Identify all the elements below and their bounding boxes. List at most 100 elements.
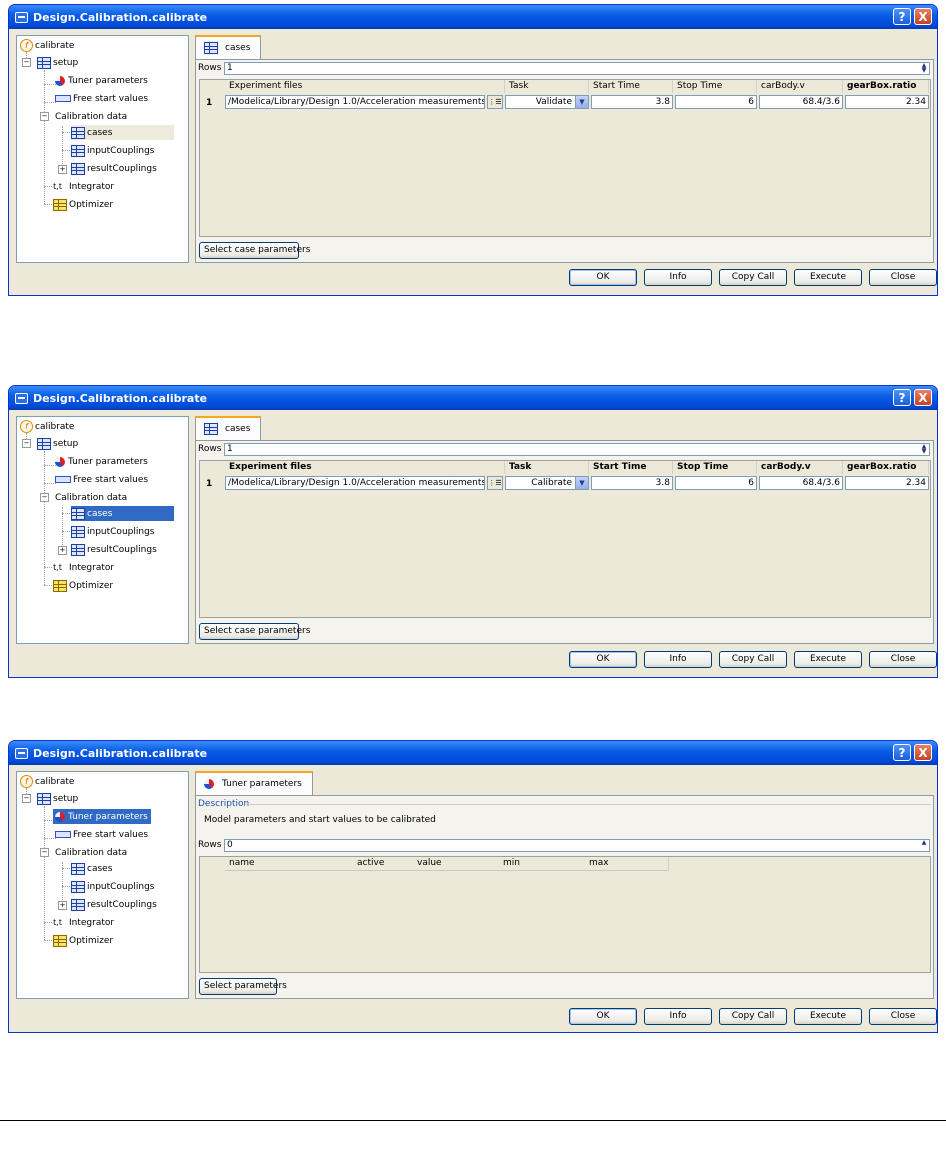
collapse-setup-icon[interactable]: − <box>22 58 31 67</box>
stop-time-field[interactable]: 6 <box>675 95 757 109</box>
header-name[interactable]: name <box>225 857 353 870</box>
ok-button[interactable]: OK <box>569 1008 637 1025</box>
gearbox-ratio-field[interactable]: 2.34 <box>845 95 929 109</box>
header-value[interactable]: value <box>413 857 499 870</box>
select-case-parameters-button[interactable]: Select case parameters <box>199 623 310 640</box>
tree-node-result-couplings[interactable]: resultCouplings <box>71 897 157 912</box>
header-carbody-v[interactable]: carBody.v <box>757 461 843 474</box>
tree-node-setup[interactable]: setup <box>37 436 78 451</box>
task-select[interactable]: Calibrate ▼ <box>505 476 589 490</box>
copy-call-button[interactable]: Copy Call <box>719 651 787 668</box>
ok-button[interactable]: OK <box>569 269 637 286</box>
header-start-time[interactable]: Start Time <box>589 461 673 474</box>
expand-result-couplings-icon[interactable]: + <box>58 901 67 910</box>
close-window-button[interactable]: X <box>914 744 932 761</box>
info-button[interactable]: Info <box>644 651 712 668</box>
tree-node-tuner-parameters[interactable]: Tuner parameters <box>53 809 151 824</box>
header-max[interactable]: max <box>585 857 669 870</box>
tree-node-calibrate[interactable]: f calibrate <box>20 38 74 53</box>
header-active[interactable]: active <box>353 857 413 870</box>
expand-result-couplings-icon[interactable]: + <box>58 165 67 174</box>
tree-node-optimizer[interactable]: Optimizer <box>53 197 113 212</box>
close-window-button[interactable]: X <box>914 8 932 25</box>
tree-node-cases[interactable]: cases <box>71 861 112 876</box>
rows-input[interactable]: 1 ▲ ▼ <box>224 443 930 456</box>
select-case-parameters-button[interactable]: Select case parameters <box>199 242 310 259</box>
tree-node-free-start-values[interactable]: Free start values <box>55 472 148 487</box>
collapse-calibration-data-icon[interactable]: − <box>40 848 49 857</box>
tree-node-optimizer[interactable]: Optimizer <box>53 933 113 948</box>
expand-result-couplings-icon[interactable]: + <box>58 546 67 555</box>
collapse-calibration-data-icon[interactable]: − <box>40 493 49 502</box>
chevron-down-icon[interactable]: ▼ <box>575 477 588 489</box>
tree-node-input-couplings[interactable]: inputCouplings <box>71 879 154 894</box>
close-button[interactable]: Close <box>869 1008 937 1025</box>
rows-input[interactable]: 1 ▲ ▼ <box>224 62 930 75</box>
help-button[interactable]: ? <box>893 8 911 25</box>
execute-button[interactable]: Execute <box>794 269 862 286</box>
tree-node-calibration-data[interactable]: Calibration data <box>55 845 127 860</box>
task-select[interactable]: Validate ▼ <box>505 95 589 109</box>
tree-node-calibration-data[interactable]: Calibration data <box>55 490 127 505</box>
browse-icon[interactable]: ⋮☰ <box>487 95 503 109</box>
rows-input[interactable]: 0 ▲ <box>224 839 930 852</box>
spinner-icon[interactable]: ▲ ▼ <box>919 444 929 455</box>
start-time-field[interactable]: 3.8 <box>591 95 673 109</box>
spinner-icon[interactable]: ▲ <box>919 840 929 851</box>
tree-node-calibrate[interactable]: f calibrate <box>20 419 74 434</box>
header-stop-time[interactable]: Stop Time <box>673 461 757 474</box>
header-carbody-v[interactable]: carBody.v <box>757 80 843 93</box>
copy-call-button[interactable]: Copy Call <box>719 1008 787 1025</box>
start-time-field[interactable]: 3.8 <box>591 476 673 490</box>
execute-button[interactable]: Execute <box>794 1008 862 1025</box>
tree-node-setup[interactable]: setup <box>37 791 78 806</box>
title-bar[interactable]: Design.Calibration.calibrate ? X <box>9 386 937 410</box>
title-bar[interactable]: Design.Calibration.calibrate ? X <box>9 741 937 765</box>
help-button[interactable]: ? <box>893 744 911 761</box>
tree-node-tuner-parameters[interactable]: Tuner parameters <box>55 73 148 88</box>
tree-node-input-couplings[interactable]: inputCouplings <box>71 524 154 539</box>
experiment-file-field[interactable]: /Modelica/Library/Design 1.0/Acceleratio… <box>225 95 485 109</box>
header-gearbox-ratio[interactable]: gearBox.ratio <box>843 80 929 93</box>
tree-node-result-couplings[interactable]: resultCouplings <box>71 161 157 176</box>
ok-button[interactable]: OK <box>569 651 637 668</box>
tree-node-input-couplings[interactable]: inputCouplings <box>71 143 154 158</box>
header-gearbox-ratio[interactable]: gearBox.ratio <box>843 461 929 474</box>
header-start-time[interactable]: Start Time <box>589 80 673 93</box>
spinner-icon[interactable]: ▲ ▼ <box>919 63 929 74</box>
tab-tuner-parameters[interactable]: Tuner parameters <box>195 771 313 795</box>
execute-button[interactable]: Execute <box>794 651 862 668</box>
gearbox-ratio-field[interactable]: 2.34 <box>845 476 929 490</box>
title-bar[interactable]: Design.Calibration.calibrate ? X <box>9 5 937 29</box>
tree-node-free-start-values[interactable]: Free start values <box>55 91 148 106</box>
tree-node-integrator[interactable]: t,t Integrator <box>53 560 114 575</box>
select-parameters-button[interactable]: Select parameters <box>199 978 287 995</box>
copy-call-button[interactable]: Copy Call <box>719 269 787 286</box>
tree-node-calibration-data[interactable]: Calibration data <box>55 109 127 124</box>
info-button[interactable]: Info <box>644 1008 712 1025</box>
info-button[interactable]: Info <box>644 269 712 286</box>
collapse-setup-icon[interactable]: − <box>22 794 31 803</box>
tree-node-cases[interactable]: cases <box>71 125 174 140</box>
tree-node-calibrate[interactable]: f calibrate <box>20 774 74 789</box>
browse-icon[interactable]: ⋮☰ <box>487 476 503 490</box>
header-min[interactable]: min <box>499 857 585 870</box>
tree-node-integrator[interactable]: t,t Integrator <box>53 915 114 930</box>
stop-time-field[interactable]: 6 <box>675 476 757 490</box>
header-experiment-files[interactable]: Experiment files <box>225 461 505 474</box>
tree-node-integrator[interactable]: t,t Integrator <box>53 179 114 194</box>
carbody-v-field[interactable]: 68.4/3.6 <box>759 95 843 109</box>
tree-node-tuner-parameters[interactable]: Tuner parameters <box>55 454 148 469</box>
tree-node-optimizer[interactable]: Optimizer <box>53 578 113 593</box>
carbody-v-field[interactable]: 68.4/3.6 <box>759 476 843 490</box>
tree-node-cases[interactable]: cases <box>71 506 174 521</box>
tree-node-free-start-values[interactable]: Free start values <box>55 827 148 842</box>
close-window-button[interactable]: X <box>914 389 932 406</box>
close-button[interactable]: Close <box>869 269 937 286</box>
tab-cases[interactable]: cases <box>195 416 262 440</box>
header-experiment-files[interactable]: Experiment files <box>225 80 505 93</box>
header-stop-time[interactable]: Stop Time <box>673 80 757 93</box>
help-button[interactable]: ? <box>893 389 911 406</box>
tree-node-result-couplings[interactable]: resultCouplings <box>71 542 157 557</box>
header-task[interactable]: Task <box>505 461 589 474</box>
